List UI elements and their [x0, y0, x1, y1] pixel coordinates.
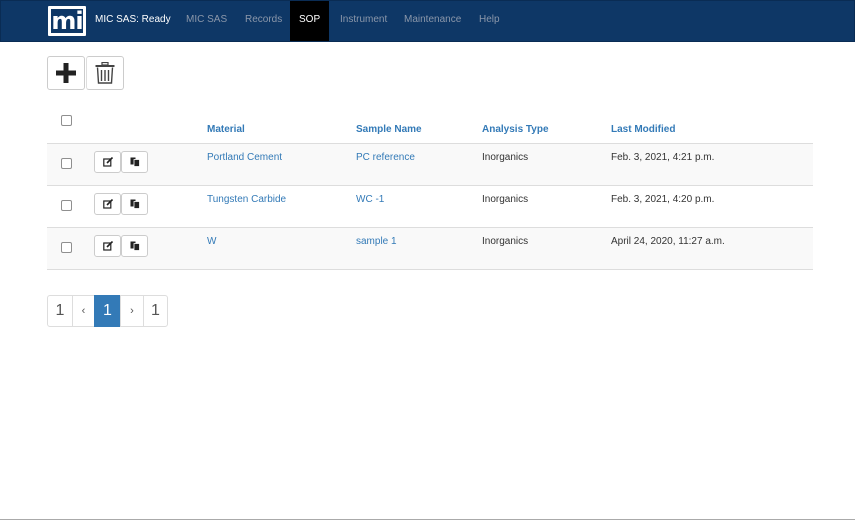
cell-material[interactable]: W [207, 236, 216, 247]
table-row: W sample 1 Inorganics April 24, 2020, 11… [47, 228, 813, 270]
edit-button[interactable] [94, 235, 121, 257]
nav-item-instrument[interactable]: Instrument [331, 1, 396, 41]
page-current[interactable]: 1 [94, 295, 121, 327]
copy-button[interactable] [121, 235, 148, 257]
plus-icon [56, 63, 76, 83]
row-checkbox[interactable] [61, 242, 72, 253]
logo-text: mi [51, 7, 83, 35]
cell-analysis-type: Inorganics [482, 236, 529, 247]
table-row: Tungsten Carbide WC -1 Inorganics Feb. 3… [47, 186, 813, 228]
page-first[interactable]: 1 [47, 295, 73, 327]
app-logo[interactable]: mi [48, 6, 86, 36]
table-header: Material Sample Name Analysis Type Last … [47, 110, 813, 144]
edit-button[interactable] [94, 151, 121, 173]
page-prev[interactable]: ‹ [72, 295, 95, 327]
page-last[interactable]: 1 [143, 295, 168, 327]
edit-icon [102, 241, 113, 251]
copy-icon [130, 199, 140, 209]
table-row: Portland Cement PC reference Inorganics … [47, 144, 813, 186]
add-button[interactable] [47, 56, 85, 90]
select-all-checkbox[interactable] [61, 115, 72, 126]
row-checkbox[interactable] [61, 200, 72, 211]
nav-item-help[interactable]: Help [470, 1, 509, 41]
nav-item-records[interactable]: Records [236, 1, 291, 41]
cell-analysis-type: Inorganics [482, 194, 529, 205]
cell-last-modified: Feb. 3, 2021, 4:20 p.m. [611, 194, 715, 205]
row-checkbox[interactable] [61, 158, 72, 169]
brand-status[interactable]: MIC SAS: Ready [95, 14, 171, 25]
header-material[interactable]: Material [207, 124, 245, 135]
cell-sample-name[interactable]: PC reference [356, 152, 415, 163]
page-next[interactable]: › [120, 295, 144, 327]
cell-sample-name[interactable]: WC -1 [356, 194, 384, 205]
cell-material[interactable]: Portland Cement [207, 152, 282, 163]
trash-icon [95, 62, 115, 84]
edit-icon [102, 199, 113, 209]
cell-sample-name[interactable]: sample 1 [356, 236, 397, 247]
header-analysis-type[interactable]: Analysis Type [482, 124, 549, 135]
edit-button[interactable] [94, 193, 121, 215]
copy-button[interactable] [121, 193, 148, 215]
header-last-modified[interactable]: Last Modified [611, 124, 675, 135]
bottom-divider [0, 519, 855, 520]
copy-icon [130, 241, 140, 251]
cell-material[interactable]: Tungsten Carbide [207, 194, 286, 205]
cell-analysis-type: Inorganics [482, 152, 529, 163]
copy-icon [130, 157, 140, 167]
logo-inner: mi [51, 7, 84, 35]
pagination: 1 ‹ 1 › 1 [47, 295, 168, 327]
copy-button[interactable] [121, 151, 148, 173]
nav-item-sop[interactable]: SOP [290, 1, 330, 41]
edit-icon [102, 157, 113, 167]
header-sample-name[interactable]: Sample Name [356, 124, 422, 135]
cell-last-modified: Feb. 3, 2021, 4:21 p.m. [611, 152, 715, 163]
cell-last-modified: April 24, 2020, 11:27 a.m. [611, 236, 725, 247]
nav-item-maintenance[interactable]: Maintenance [395, 1, 470, 41]
nav-item-mic-sas[interactable]: MIC SAS [177, 1, 236, 41]
delete-button[interactable] [86, 56, 124, 90]
top-navbar: mi MIC SAS: Ready MIC SAS Records SOP In… [0, 0, 855, 42]
